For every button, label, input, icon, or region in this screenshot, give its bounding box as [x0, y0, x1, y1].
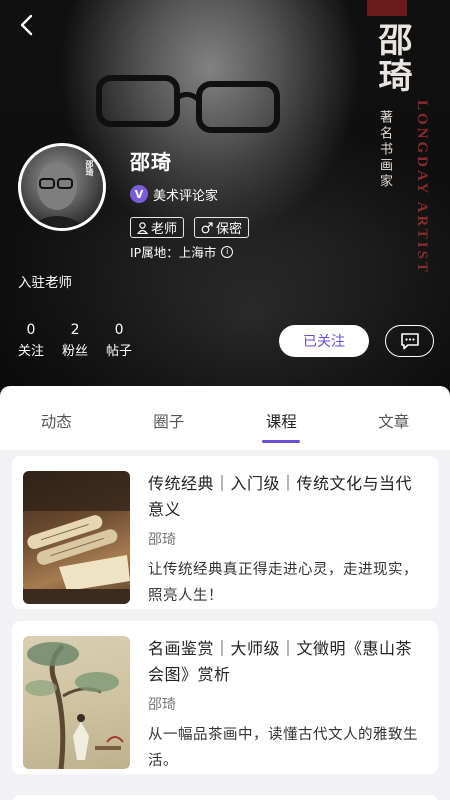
profile-stats: 0 关注 2 粉丝 0 帖子 [18, 322, 132, 362]
back-button[interactable] [12, 10, 42, 40]
certification-text: 美术评论家 [153, 188, 219, 204]
banner-name: 邵琦 [372, 22, 412, 94]
info-icon[interactable]: i [221, 245, 234, 258]
certification: V 美术评论家 [130, 184, 218, 204]
tab-bar: 动态 圈子 课程 文章 [0, 386, 450, 450]
stat-following[interactable]: 0 关注 [18, 322, 44, 362]
stat-fans-value: 2 [70, 322, 80, 338]
avatar-portrait-icon [27, 162, 87, 228]
course-title: 名画鉴赏｜大师级｜文徵明《惠山茶会图》赏析 [148, 639, 413, 684]
course-card[interactable]: 名画鉴赏｜大师级｜文徵明《惠山茶会图》赏析 邵琦 从一幅品茶画中，读懂古代文人的… [12, 621, 438, 774]
stat-posts-value: 0 [114, 322, 124, 338]
stat-posts[interactable]: 0 帖子 [106, 322, 132, 362]
course-thumbnail [23, 471, 130, 604]
stat-following-label: 关注 [18, 344, 45, 359]
male-icon [201, 221, 213, 233]
tag-gender-label: 保密 [216, 222, 243, 237]
follow-button[interactable]: 已关注 [279, 325, 369, 357]
banner-subtitle: 著名书画家 [377, 110, 392, 190]
tab-courses[interactable]: 课程 [225, 386, 338, 450]
profile-header: 邵琦 著名书画家 LONGDAY ARTIST 邵琦 邵琦 V 美术评论家 老师 [0, 0, 450, 400]
person-icon [137, 221, 148, 234]
stat-fans[interactable]: 2 粉丝 [62, 322, 88, 362]
seal-mark [367, 0, 407, 16]
profile-name: 邵琦 [130, 150, 172, 174]
course-card[interactable]: 传统经典｜入门级｜传统文化与当代意义 邵琦 让传统经典真正得走进心灵，走进现实，… [12, 456, 438, 609]
ip-location-text: IP属地：上海市 [130, 245, 217, 260]
course-author: 邵琦 [148, 532, 176, 548]
stat-following-value: 0 [26, 322, 36, 338]
tab-articles[interactable]: 文章 [338, 386, 450, 450]
avatar[interactable]: 邵琦 [18, 143, 106, 231]
verified-badge-icon: V [130, 185, 148, 203]
course-list: 传统经典｜入门级｜传统文化与当代意义 邵琦 让传统经典真正得走进心灵，走进现实，… [0, 450, 450, 800]
course-title: 传统经典｜入门级｜传统文化与当代意义 [148, 474, 413, 519]
tab-dynamics[interactable]: 动态 [0, 386, 113, 450]
banner-english: LONGDAY ARTIST [414, 100, 430, 275]
tag-role-label: 老师 [151, 222, 178, 237]
profile-tags: 老师 保密 [130, 217, 250, 238]
course-description: 让传统经典真正得走进心灵，走进现实，照亮人生！ [148, 562, 418, 604]
stat-fans-label: 粉丝 [62, 344, 89, 359]
tag-role: 老师 [130, 217, 185, 238]
course-description: 从一幅品茶画中，读懂古代文人的雅致生活。 [148, 727, 418, 769]
chat-icon [400, 333, 419, 350]
course-card-partial[interactable] [12, 795, 438, 800]
stat-posts-label: 帖子 [106, 344, 133, 359]
course-author: 邵琦 [148, 697, 176, 713]
course-thumbnail [23, 636, 130, 769]
ip-location: IP属地：上海市 i [130, 242, 234, 261]
banner-brand: 邵琦 著名书画家 LONGDAY ARTIST [355, 0, 450, 290]
avatar-text: 邵琦 [85, 160, 95, 176]
scroll-image-icon [23, 471, 130, 604]
settled-label: 入驻老师 [18, 275, 72, 291]
tag-gender: 保密 [194, 217, 250, 238]
message-button[interactable] [385, 325, 434, 357]
chevron-left-icon [20, 14, 33, 36]
tabs: 动态 圈子 课程 文章 [0, 386, 450, 450]
painting-image-icon [25, 642, 124, 769]
tab-circle[interactable]: 圈子 [113, 386, 226, 450]
